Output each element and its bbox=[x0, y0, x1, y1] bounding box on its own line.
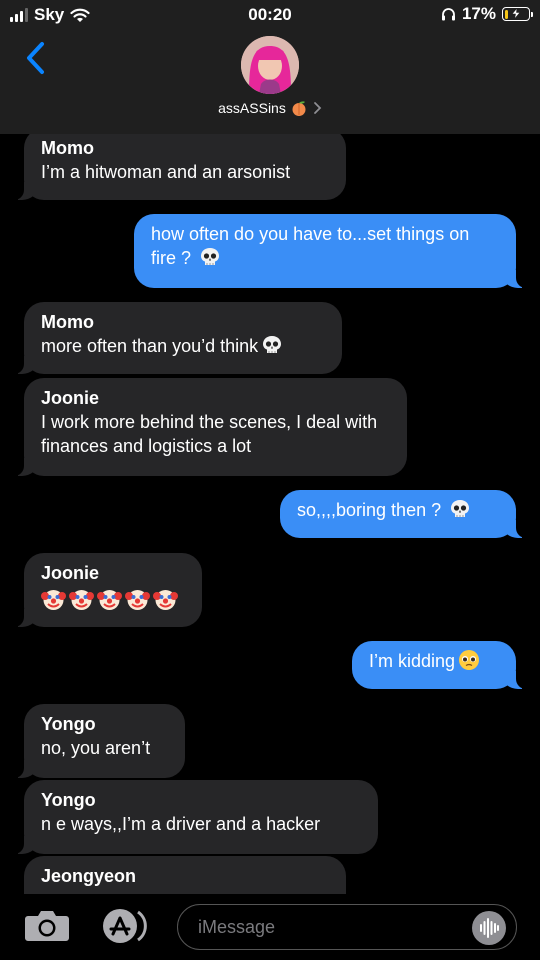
chevron-right-icon bbox=[313, 102, 322, 114]
sender-name: Momo bbox=[41, 138, 94, 158]
contact-name: assASSins bbox=[218, 100, 286, 116]
skull-icon bbox=[201, 248, 220, 265]
sender-name: Momo bbox=[41, 312, 94, 332]
app-store-icon[interactable] bbox=[98, 906, 152, 946]
peach-icon bbox=[292, 101, 306, 116]
clown-face-icon bbox=[97, 590, 122, 610]
message-bubble[interactable]: so,,,,boring then ? bbox=[280, 490, 526, 538]
headphones-icon bbox=[441, 8, 455, 21]
sender-name: Joonie bbox=[41, 388, 100, 408]
message-bubble[interactable]: I’m kidding bbox=[352, 641, 526, 689]
composer-bar bbox=[0, 894, 540, 960]
sender-name: Yongo bbox=[41, 790, 96, 810]
message-text: so,,,,boring then ? bbox=[297, 500, 442, 520]
message-text: more often than you’d think bbox=[41, 336, 259, 356]
message-text: n e ways,,I’m a driver and a hacker bbox=[41, 814, 321, 834]
status-right: 17% bbox=[441, 4, 533, 24]
clown-face-icon bbox=[41, 590, 66, 610]
message-bubble[interactable]: Momo more often than you’d think bbox=[14, 302, 342, 374]
message-bubble[interactable]: Jeongyeon bbox=[24, 856, 346, 894]
message-bubble[interactable]: Momo I’m a hitwoman and an arsonist bbox=[14, 134, 346, 200]
contact-avatar[interactable] bbox=[241, 36, 299, 94]
camera-icon[interactable] bbox=[24, 910, 70, 942]
pleading-face-icon bbox=[459, 650, 480, 670]
message-bubble[interactable]: Joonie I work more behind the scenes, I … bbox=[14, 378, 407, 476]
sender-name: Jeongyeon bbox=[41, 866, 137, 886]
clown-emoji-row bbox=[41, 587, 185, 612]
imessage-input[interactable] bbox=[177, 904, 517, 950]
clown-face-icon bbox=[125, 590, 150, 610]
message-text: I’m kidding bbox=[369, 651, 456, 671]
clown-face-icon bbox=[69, 590, 94, 610]
back-chevron-icon[interactable] bbox=[22, 40, 52, 76]
message-bubble[interactable]: Joonie bbox=[14, 553, 202, 627]
battery-percent: 17% bbox=[461, 4, 496, 23]
message-bubble[interactable]: Yongo no, you aren’t bbox=[14, 704, 185, 778]
message-thread[interactable]: Momo I’m a hitwoman and an arsonist how … bbox=[0, 134, 540, 894]
message-text: I’m a hitwoman and an arsonist bbox=[41, 162, 291, 182]
status-bar: Sky 00:20 17% bbox=[0, 0, 540, 30]
conversation-header: Sky 00:20 17% assASSins bbox=[0, 0, 540, 134]
message-bubble[interactable]: how often do you have to...set things on… bbox=[134, 214, 526, 288]
sender-name: Yongo bbox=[41, 714, 96, 734]
contact-name-button[interactable]: assASSins bbox=[0, 100, 540, 116]
message-text: no, you aren’t bbox=[41, 738, 151, 758]
clown-face-icon bbox=[153, 590, 178, 610]
message-text: I work more behind the scenes, I deal wi… bbox=[41, 412, 378, 456]
skull-icon bbox=[451, 500, 470, 517]
sender-name: Joonie bbox=[41, 563, 100, 583]
audio-message-icon[interactable] bbox=[471, 910, 507, 946]
battery-icon bbox=[502, 7, 533, 21]
message-bubble[interactable]: Yongo n e ways,,I’m a driver and a hacke… bbox=[14, 780, 378, 854]
skull-icon bbox=[263, 336, 282, 353]
